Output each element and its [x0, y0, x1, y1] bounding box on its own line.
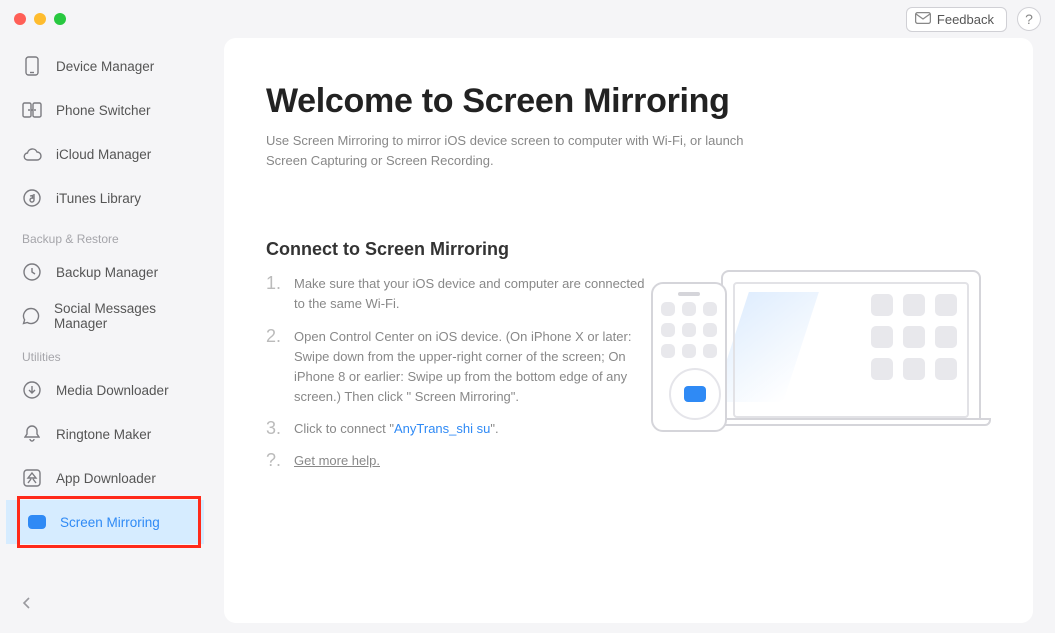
- step-number: 1.: [266, 274, 280, 314]
- minimize-window-button[interactable]: [34, 13, 46, 25]
- sidebar-item-phone-switcher[interactable]: Phone Switcher: [0, 88, 210, 132]
- sidebar: Device Manager Phone Switcher iCloud Man…: [0, 38, 210, 633]
- sidebar-heading-utilities: Utilities: [0, 340, 210, 368]
- sidebar-item-ringtone-maker[interactable]: Ringtone Maker: [0, 412, 210, 456]
- step-number: ?.: [266, 451, 280, 471]
- question-icon: ?: [1025, 11, 1033, 27]
- sidebar-item-label: iCloud Manager: [56, 147, 151, 162]
- sidebar-item-label: App Downloader: [56, 471, 156, 486]
- phone-icon: [22, 56, 42, 76]
- sidebar-item-label: Screen Mirroring: [60, 515, 160, 530]
- sidebar-item-label: Device Manager: [56, 59, 154, 74]
- screen-mirroring-icon: [28, 515, 46, 529]
- page-subtitle: Use Screen Mirroring to mirror iOS devic…: [266, 131, 786, 171]
- chat-icon: [22, 306, 40, 326]
- sidebar-item-label: Ringtone Maker: [56, 427, 151, 442]
- history-icon: [22, 262, 42, 282]
- magnify-graphic: [669, 368, 721, 420]
- phone-switch-icon: [22, 100, 42, 120]
- collapse-sidebar-button[interactable]: [22, 596, 32, 615]
- step-text-prefix: Click to connect ": [294, 421, 394, 436]
- step-2: 2. Open Control Center on iOS device. (O…: [266, 327, 656, 408]
- sidebar-heading-backup-restore: Backup & Restore: [0, 222, 210, 250]
- window-controls: [14, 13, 66, 25]
- window-titlebar: Feedback ?: [0, 0, 1055, 38]
- sidebar-item-backup-manager[interactable]: Backup Manager: [0, 250, 210, 294]
- feedback-label: Feedback: [937, 12, 994, 27]
- steps-list: 1. Make sure that your iOS device and co…: [266, 274, 656, 471]
- main-panel: Welcome to Screen Mirroring Use Screen M…: [224, 38, 1033, 623]
- step-text: Make sure that your iOS device and compu…: [294, 274, 656, 314]
- step-text-suffix: ".: [490, 421, 498, 436]
- music-note-icon: [22, 188, 42, 208]
- download-icon: [22, 380, 42, 400]
- help-row: ?. Get more help.: [266, 451, 656, 471]
- sidebar-item-app-downloader[interactable]: App Downloader: [0, 456, 210, 500]
- sidebar-item-label: iTunes Library: [56, 191, 141, 206]
- mail-icon: [915, 12, 931, 27]
- step-number: 2.: [266, 327, 280, 408]
- laptop-graphic: [721, 270, 981, 418]
- device-link[interactable]: AnyTrans_shi su: [394, 421, 490, 436]
- sidebar-item-screen-mirroring[interactable]: Screen Mirroring: [6, 500, 204, 544]
- step-text: Open Control Center on iOS device. (On i…: [294, 327, 656, 408]
- sidebar-item-label: Social Messages Manager: [54, 301, 188, 331]
- step-text: Click to connect "AnyTrans_shi su".: [294, 419, 499, 439]
- apps-icon: [22, 468, 42, 488]
- step-3: 3. Click to connect "AnyTrans_shi su".: [266, 419, 656, 439]
- sidebar-item-itunes-library[interactable]: iTunes Library: [0, 176, 210, 220]
- step-1: 1. Make sure that your iOS device and co…: [266, 274, 656, 314]
- illustration: [721, 270, 991, 426]
- maximize-window-button[interactable]: [54, 13, 66, 25]
- close-window-button[interactable]: [14, 13, 26, 25]
- sidebar-item-social-messages-manager[interactable]: Social Messages Manager: [0, 294, 210, 338]
- sidebar-item-device-manager[interactable]: Device Manager: [0, 44, 210, 88]
- sidebar-item-icloud-manager[interactable]: iCloud Manager: [0, 132, 210, 176]
- bell-icon: [22, 424, 42, 444]
- help-button[interactable]: ?: [1017, 7, 1041, 31]
- feedback-button[interactable]: Feedback: [906, 7, 1007, 32]
- get-more-help-link[interactable]: Get more help.: [294, 453, 380, 468]
- sidebar-item-label: Phone Switcher: [56, 103, 151, 118]
- sidebar-item-media-downloader[interactable]: Media Downloader: [0, 368, 210, 412]
- cloud-icon: [22, 144, 42, 164]
- sidebar-item-label: Media Downloader: [56, 383, 169, 398]
- page-title: Welcome to Screen Mirroring: [266, 82, 991, 121]
- sidebar-item-label: Backup Manager: [56, 265, 158, 280]
- step-number: 3.: [266, 419, 280, 439]
- section-heading: Connect to Screen Mirroring: [266, 239, 991, 260]
